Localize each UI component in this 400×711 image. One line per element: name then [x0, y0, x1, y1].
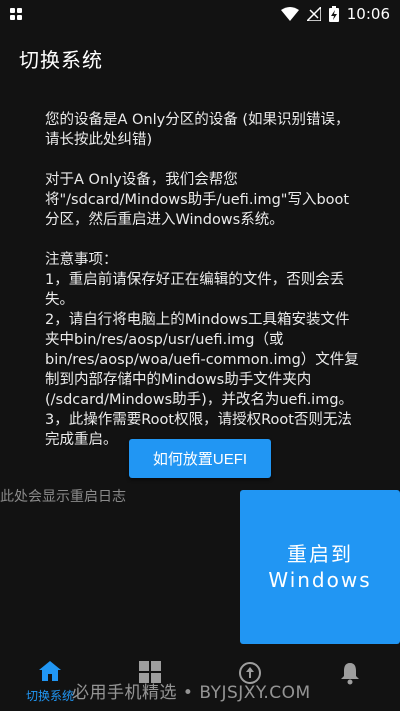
status-right: 10:06 [280, 5, 390, 23]
note-1: 1，重启前请保存好正在编辑的文件，否则会丢失。 [45, 272, 345, 308]
status-left [10, 8, 22, 20]
nav-notifications[interactable] [300, 655, 400, 711]
page-title: 切换系统 [19, 48, 103, 72]
home-icon [39, 661, 61, 685]
status-time: 10:06 [346, 5, 390, 23]
reboot-log-text: 此处会显示重启日志 [0, 489, 126, 505]
notification-grid-icon [10, 8, 22, 20]
uefi-help-button[interactable]: 如何放置UEFI [129, 439, 271, 478]
battery-charging-icon [328, 6, 339, 22]
reboot-button-line1: 重启到 [287, 542, 353, 566]
reboot-button-line2: Windows [268, 568, 372, 592]
notes-title: 注意事项： [45, 252, 118, 268]
watermark: 必用手机精选 • BYJSJXY.COM [72, 683, 311, 703]
wifi-icon [280, 7, 299, 21]
note-2: 2，请自行将电脑上的Mindows工具箱安装文件夹中bin/res/aosp/u… [45, 312, 359, 408]
partition-info-text[interactable]: 您的设备是A Only分区的设备 (如果识别错误，请长按此处纠错) [45, 110, 363, 150]
bell-icon [340, 661, 360, 689]
reboot-to-windows-button[interactable]: 重启到 Windows [240, 490, 400, 644]
nav-switch-system-label: 切换系统 [25, 689, 74, 703]
instructions-panel: 您的设备是A Only分区的设备 (如果识别错误，请长按此处纠错) 对于A On… [45, 110, 363, 450]
no-sim-icon [306, 7, 321, 21]
status-bar: 10:06 [0, 0, 400, 28]
flash-info-text: 对于A Only设备，我们会帮您将"/sdcard/Mindows助手/uefi… [45, 172, 350, 228]
